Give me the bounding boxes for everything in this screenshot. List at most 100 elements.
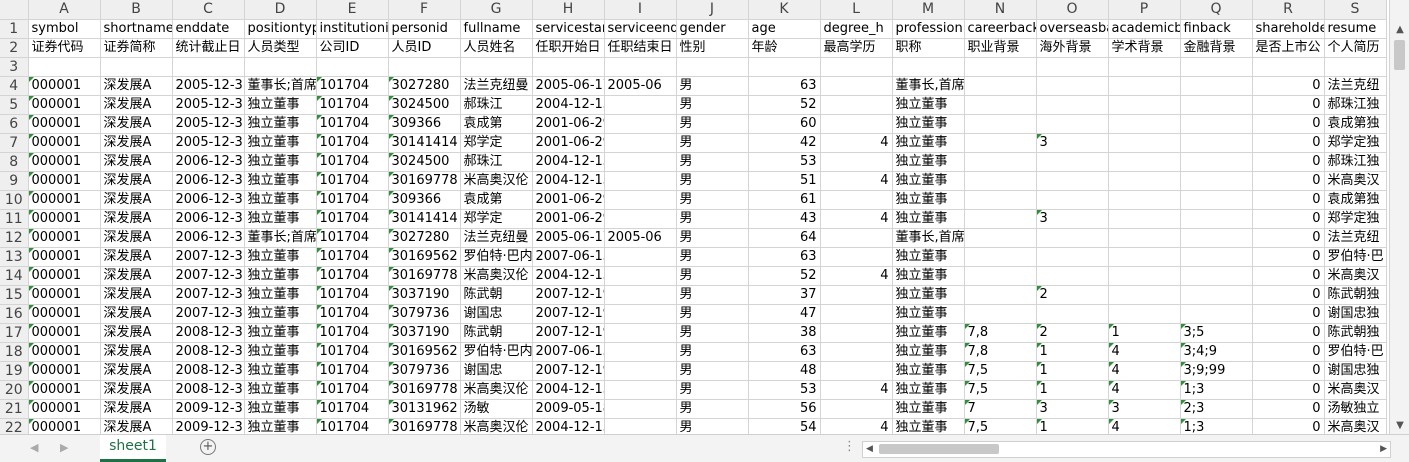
cell-i20[interactable] [604, 380, 677, 400]
cell-h2[interactable]: 任职开始日 [532, 38, 605, 58]
cell-r21[interactable]: 0 [1252, 399, 1325, 419]
cell-p3[interactable] [1108, 57, 1181, 77]
cell-f18[interactable]: 30169562 [388, 342, 461, 362]
cell-s22[interactable]: 米高奥汉 [1324, 418, 1387, 434]
cell-a19[interactable]: 000001 [28, 361, 101, 381]
cell-a3[interactable] [28, 57, 101, 77]
cell-g13[interactable]: 罗伯特·巴内 [460, 247, 533, 267]
row-header[interactable]: 5 [0, 95, 29, 115]
cell-h9[interactable]: 2004-12-13 [532, 171, 605, 191]
row-header[interactable]: 11 [0, 209, 29, 229]
cell-d12[interactable]: 董事长;首席 [244, 228, 317, 248]
cell-m12[interactable]: 董事长,首席执行官 [892, 228, 965, 248]
cell-m15[interactable]: 独立董事 [892, 285, 965, 305]
cell-l16[interactable] [820, 304, 893, 324]
cell-r15[interactable]: 0 [1252, 285, 1325, 305]
cell-k13[interactable]: 63 [748, 247, 821, 267]
row-header[interactable]: 9 [0, 171, 29, 191]
cell-o15[interactable]: 2 [1036, 285, 1109, 305]
cell-d5[interactable]: 独立董事 [244, 95, 317, 115]
cell-q16[interactable] [1180, 304, 1253, 324]
cell-j3[interactable] [676, 57, 749, 77]
cell-a5[interactable]: 000001 [28, 95, 101, 115]
cell-l10[interactable] [820, 190, 893, 210]
cell-k12[interactable]: 64 [748, 228, 821, 248]
cell-e8[interactable]: 101704 [316, 152, 389, 172]
cell-q12[interactable] [1180, 228, 1253, 248]
cell-e11[interactable]: 101704 [316, 209, 389, 229]
cell-i17[interactable] [604, 323, 677, 343]
cell-m1[interactable]: profession [892, 19, 965, 39]
cell-m5[interactable]: 独立董事 [892, 95, 965, 115]
cell-m19[interactable]: 独立董事 [892, 361, 965, 381]
cell-d17[interactable]: 独立董事 [244, 323, 317, 343]
cell-h11[interactable]: 2001-06-29 [532, 209, 605, 229]
cell-i6[interactable] [604, 114, 677, 134]
row-header[interactable]: 1 [0, 19, 29, 39]
cell-j16[interactable]: 男 [676, 304, 749, 324]
cell-d7[interactable]: 独立董事 [244, 133, 317, 153]
cell-j4[interactable]: 男 [676, 76, 749, 96]
cell-h4[interactable]: 2005-06-17 [532, 76, 605, 96]
cell-c7[interactable]: 2005-12-31 [172, 133, 245, 153]
cell-s6[interactable]: 袁成第独 [1324, 114, 1387, 134]
cell-b19[interactable]: 深发展A [100, 361, 173, 381]
column-header-m[interactable]: M [892, 0, 965, 20]
cell-g4[interactable]: 法兰克纽曼 [460, 76, 533, 96]
cell-r14[interactable]: 0 [1252, 266, 1325, 286]
cell-e15[interactable]: 101704 [316, 285, 389, 305]
cell-f4[interactable]: 3027280 [388, 76, 461, 96]
row-header[interactable]: 15 [0, 285, 29, 305]
cell-f10[interactable]: 309366 [388, 190, 461, 210]
cell-b10[interactable]: 深发展A [100, 190, 173, 210]
cell-b13[interactable]: 深发展A [100, 247, 173, 267]
column-header-h[interactable]: H [532, 0, 605, 20]
cell-e12[interactable]: 101704 [316, 228, 389, 248]
cell-g5[interactable]: 郝珠江 [460, 95, 533, 115]
cell-k17[interactable]: 38 [748, 323, 821, 343]
cell-p15[interactable] [1108, 285, 1181, 305]
cell-j21[interactable]: 男 [676, 399, 749, 419]
cell-c5[interactable]: 2005-12-31 [172, 95, 245, 115]
cell-k9[interactable]: 51 [748, 171, 821, 191]
cell-s7[interactable]: 郑学定独 [1324, 133, 1387, 153]
cell-n8[interactable] [964, 152, 1037, 172]
cell-l4[interactable] [820, 76, 893, 96]
cell-m4[interactable]: 董事长,首席执行官 [892, 76, 965, 96]
cell-l18[interactable] [820, 342, 893, 362]
cell-f5[interactable]: 3024500 [388, 95, 461, 115]
cell-d3[interactable] [244, 57, 317, 77]
cell-o16[interactable] [1036, 304, 1109, 324]
cell-j17[interactable]: 男 [676, 323, 749, 343]
cell-m13[interactable]: 独立董事 [892, 247, 965, 267]
cell-h20[interactable]: 2004-12-13 [532, 380, 605, 400]
cell-i7[interactable] [604, 133, 677, 153]
column-header-n[interactable]: N [964, 0, 1037, 20]
cell-a10[interactable]: 000001 [28, 190, 101, 210]
cell-o21[interactable]: 3 [1036, 399, 1109, 419]
cell-g15[interactable]: 陈武朝 [460, 285, 533, 305]
cell-l6[interactable] [820, 114, 893, 134]
cell-f22[interactable]: 30169778 [388, 418, 461, 434]
cell-m3[interactable] [892, 57, 965, 77]
cell-n5[interactable] [964, 95, 1037, 115]
cell-q10[interactable] [1180, 190, 1253, 210]
cell-r3[interactable] [1252, 57, 1325, 77]
cell-n17[interactable]: 7,8 [964, 323, 1037, 343]
cell-n19[interactable]: 7,5 [964, 361, 1037, 381]
spreadsheet-grid[interactable]: ABCDEFGHIJKLMNOPQRS 1 symbol shortname endd… [0, 0, 1389, 434]
cell-h3[interactable] [532, 57, 605, 77]
cell-p19[interactable]: 4 [1108, 361, 1181, 381]
cell-a9[interactable]: 000001 [28, 171, 101, 191]
cell-j13[interactable]: 男 [676, 247, 749, 267]
cell-g11[interactable]: 郑学定 [460, 209, 533, 229]
column-header-b[interactable]: B [100, 0, 173, 20]
cell-e13[interactable]: 101704 [316, 247, 389, 267]
cell-s5[interactable]: 郝珠江独 [1324, 95, 1387, 115]
cell-l19[interactable] [820, 361, 893, 381]
row-header[interactable]: 3 [0, 57, 29, 77]
cell-r16[interactable]: 0 [1252, 304, 1325, 324]
cell-e7[interactable]: 101704 [316, 133, 389, 153]
cell-e21[interactable]: 101704 [316, 399, 389, 419]
cell-p14[interactable] [1108, 266, 1181, 286]
